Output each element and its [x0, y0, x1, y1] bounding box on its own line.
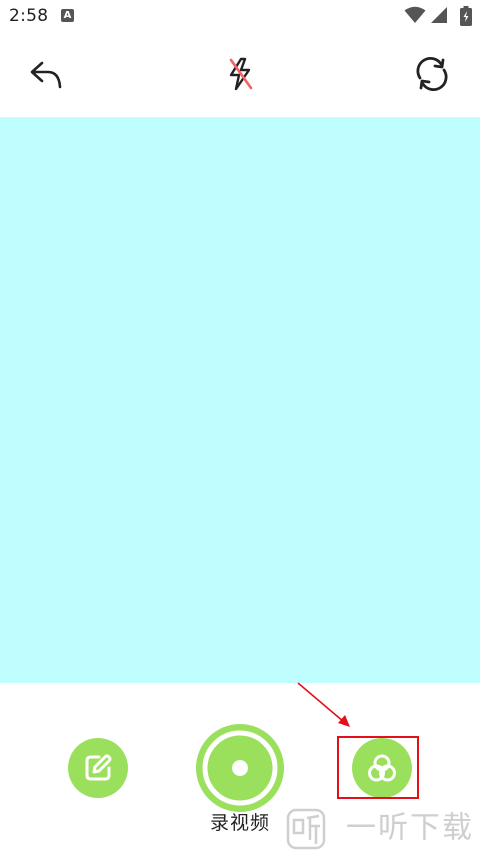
- flash-toggle-button[interactable]: [222, 56, 258, 92]
- battery-icon: [460, 6, 472, 26]
- annotation-arrow-icon: [297, 682, 350, 727]
- wifi-icon: [404, 6, 426, 23]
- camera-preview[interactable]: [0, 117, 480, 683]
- watermark-logo-icon: [287, 808, 326, 849]
- switch-camera-icon: [416, 57, 448, 91]
- signal-icon: [431, 7, 447, 23]
- status-bar: 2:58 A: [0, 0, 480, 34]
- notification-a-icon: A: [61, 9, 74, 22]
- flash-off-icon: [229, 57, 253, 91]
- camera-toolbar: [0, 40, 480, 110]
- watermark-text: 一听下载: [346, 810, 474, 846]
- switch-camera-button[interactable]: [414, 56, 450, 92]
- watermark: 一听下载: [286, 805, 474, 851]
- edit-button[interactable]: [68, 738, 128, 798]
- back-arrow-icon: [30, 61, 62, 89]
- back-button[interactable]: [28, 56, 64, 92]
- annotation-highlight-box: [337, 736, 419, 799]
- record-button[interactable]: [196, 724, 284, 812]
- status-time: 2:58: [9, 6, 49, 26]
- record-icon: [202, 730, 278, 806]
- edit-icon: [85, 754, 112, 781]
